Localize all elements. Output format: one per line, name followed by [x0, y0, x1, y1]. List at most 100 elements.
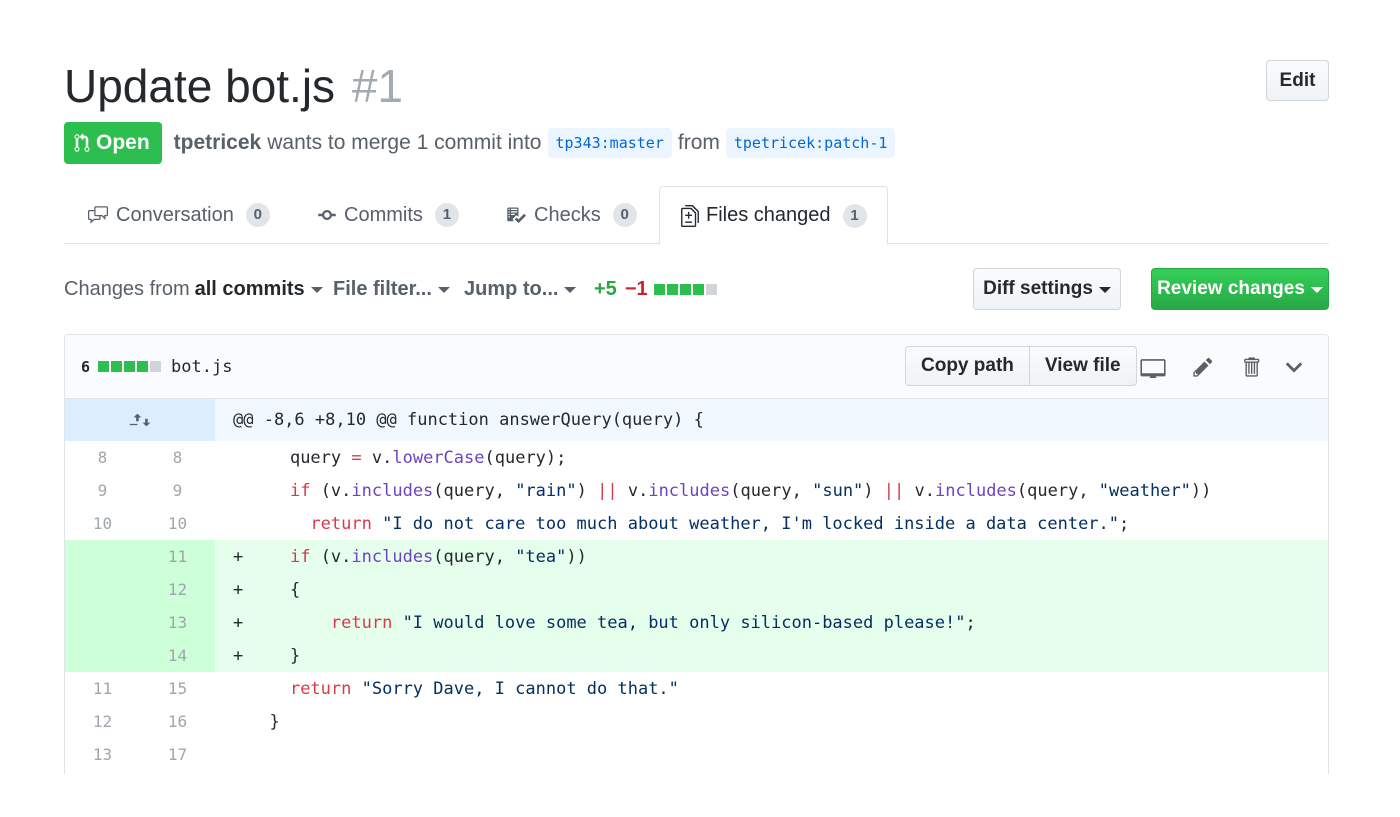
diff-line: 9 9 if (v.includes(query, "rain") || v.i…	[65, 474, 1328, 507]
review-changes-label: Review changes	[1157, 278, 1305, 299]
chevron-down-icon	[564, 287, 577, 293]
pencil-icon[interactable]	[1189, 353, 1217, 381]
tab-conversation[interactable]: Conversation 0	[66, 186, 290, 244]
status-badge: Open	[64, 122, 162, 164]
code-token: (query,	[1016, 480, 1099, 501]
merge-text: wants to merge 1 commit into	[267, 131, 542, 154]
code-token: }	[289, 645, 301, 666]
trash-icon[interactable]	[1237, 353, 1265, 381]
expand-icon[interactable]	[65, 399, 215, 441]
code-token: (v.	[320, 546, 352, 567]
code-token: ;	[965, 612, 976, 633]
old-line-number[interactable]: 13	[65, 745, 140, 764]
code-token: (query);	[484, 447, 567, 468]
old-line-number[interactable]	[65, 639, 140, 672]
old-line-number[interactable]: 9	[65, 481, 140, 500]
code-token: includes	[648, 480, 731, 501]
author-link[interactable]: tpetricek	[174, 131, 262, 155]
code-token: (query,	[730, 480, 813, 501]
diffstat-block	[692, 283, 704, 295]
pr-header: Update bot.js #1 Edit	[64, 58, 1329, 118]
old-line-number[interactable]: 8	[65, 448, 140, 467]
code-token: ))	[566, 546, 587, 567]
new-line-number[interactable]: 13	[140, 606, 215, 639]
file-name[interactable]: bot.js	[171, 357, 232, 377]
code-token: lowerCase	[392, 447, 485, 468]
new-line-number[interactable]: 16	[140, 712, 215, 731]
diff-line-added: 11 + if (v.includes(query, "tea"))	[65, 540, 1328, 573]
diff-marker: +	[233, 546, 244, 567]
code-token: "I would love some tea, but only silicon…	[402, 612, 966, 633]
diffstat-block	[137, 361, 149, 372]
chevron-down-icon	[1098, 287, 1111, 293]
hunk-header: @@ -8,6 +8,10 @@ function answerQuery(qu…	[233, 410, 704, 430]
edit-button[interactable]: Edit	[1266, 60, 1329, 101]
new-line-number[interactable]: 10	[140, 514, 215, 533]
diff-line: 10 10 return "I do not care too much abo…	[65, 507, 1328, 540]
diffstat-blocks	[653, 283, 717, 295]
code-token: v.	[914, 480, 936, 501]
diff-line-added: 13 + return "I would love some tea, but …	[65, 606, 1328, 639]
chevron-down-icon[interactable]	[1280, 353, 1308, 381]
code-token: "sun"	[812, 480, 864, 501]
old-line-number[interactable]	[65, 573, 140, 606]
old-line-number[interactable]	[65, 540, 140, 573]
code-token: "tea"	[515, 546, 567, 567]
chevron-down-icon	[310, 287, 323, 293]
pr-title: Update bot.js #1	[64, 58, 1329, 114]
old-line-number[interactable]	[65, 606, 140, 639]
code-token: "rain"	[515, 480, 577, 501]
code-token: return	[289, 678, 352, 699]
old-line-number[interactable]: 10	[65, 514, 140, 533]
diff-settings-button[interactable]: Diff settings	[973, 268, 1121, 310]
tab-label: Conversation	[116, 203, 234, 226]
view-file-button[interactable]: View file	[1029, 346, 1137, 386]
code-line: }	[215, 712, 279, 732]
old-line-number[interactable]: 11	[65, 679, 140, 698]
code-token: if	[289, 480, 311, 501]
diff-line: 13 17	[65, 738, 1328, 771]
new-line-number[interactable]: 17	[140, 745, 215, 764]
new-line-number[interactable]: 8	[140, 448, 215, 467]
diff-line-added: 14 + }	[65, 639, 1328, 672]
code-line: + {	[215, 580, 300, 600]
head-branch[interactable]: tpetricek:patch-1	[725, 128, 896, 158]
diff-line-added: 12 + {	[65, 573, 1328, 606]
from-text: from	[677, 131, 720, 154]
code-line: query = v.lowerCase(query);	[215, 448, 566, 468]
file-filter-label: File filter...	[333, 277, 432, 300]
tab-commits[interactable]: Commits 1	[296, 186, 479, 244]
diff-marker: +	[233, 645, 244, 666]
git-pull-request-icon	[74, 133, 90, 152]
code-token: ))	[1190, 480, 1212, 501]
jump-to-label: Jump to...	[464, 277, 559, 300]
tab-files-changed[interactable]: Files changed 1	[659, 186, 888, 245]
git-commit-icon	[318, 210, 336, 220]
jump-to-dropdown[interactable]: Jump to...	[464, 268, 577, 310]
tab-counter: 0	[612, 203, 637, 227]
copy-path-button[interactable]: Copy path	[905, 346, 1030, 386]
file-change-count: 6	[81, 357, 91, 376]
base-branch[interactable]: tp343:master	[547, 128, 672, 158]
hunk-row: @@ -8,6 +8,10 @@ function answerQuery(qu…	[65, 399, 1328, 441]
code-token: query	[289, 447, 342, 468]
tab-checks[interactable]: Checks 0	[484, 186, 657, 244]
file-filter-dropdown[interactable]: File filter...	[333, 268, 450, 310]
new-line-number[interactable]: 9	[140, 481, 215, 500]
code-token: if	[289, 546, 311, 567]
file-diff: 6 bot.js Copy path View file @@ -8,6 +8,…	[64, 334, 1329, 774]
old-line-number[interactable]: 12	[65, 712, 140, 731]
code-token: {	[289, 579, 301, 600]
new-line-number[interactable]: 15	[140, 679, 215, 698]
code-token: "I do not care too much about weather, I…	[382, 513, 1120, 534]
desktop-icon[interactable]	[1139, 353, 1167, 381]
new-line-number[interactable]: 11	[140, 540, 215, 573]
changes-from-dropdown[interactable]: Changes from all commits	[64, 268, 323, 310]
new-line-number[interactable]: 14	[140, 639, 215, 672]
code-line: + if (v.includes(query, "tea"))	[215, 547, 587, 567]
code-token: v.	[627, 480, 649, 501]
new-line-number[interactable]: 12	[140, 573, 215, 606]
review-changes-button[interactable]: Review changes	[1151, 268, 1329, 310]
tab-counter: 0	[245, 203, 270, 227]
